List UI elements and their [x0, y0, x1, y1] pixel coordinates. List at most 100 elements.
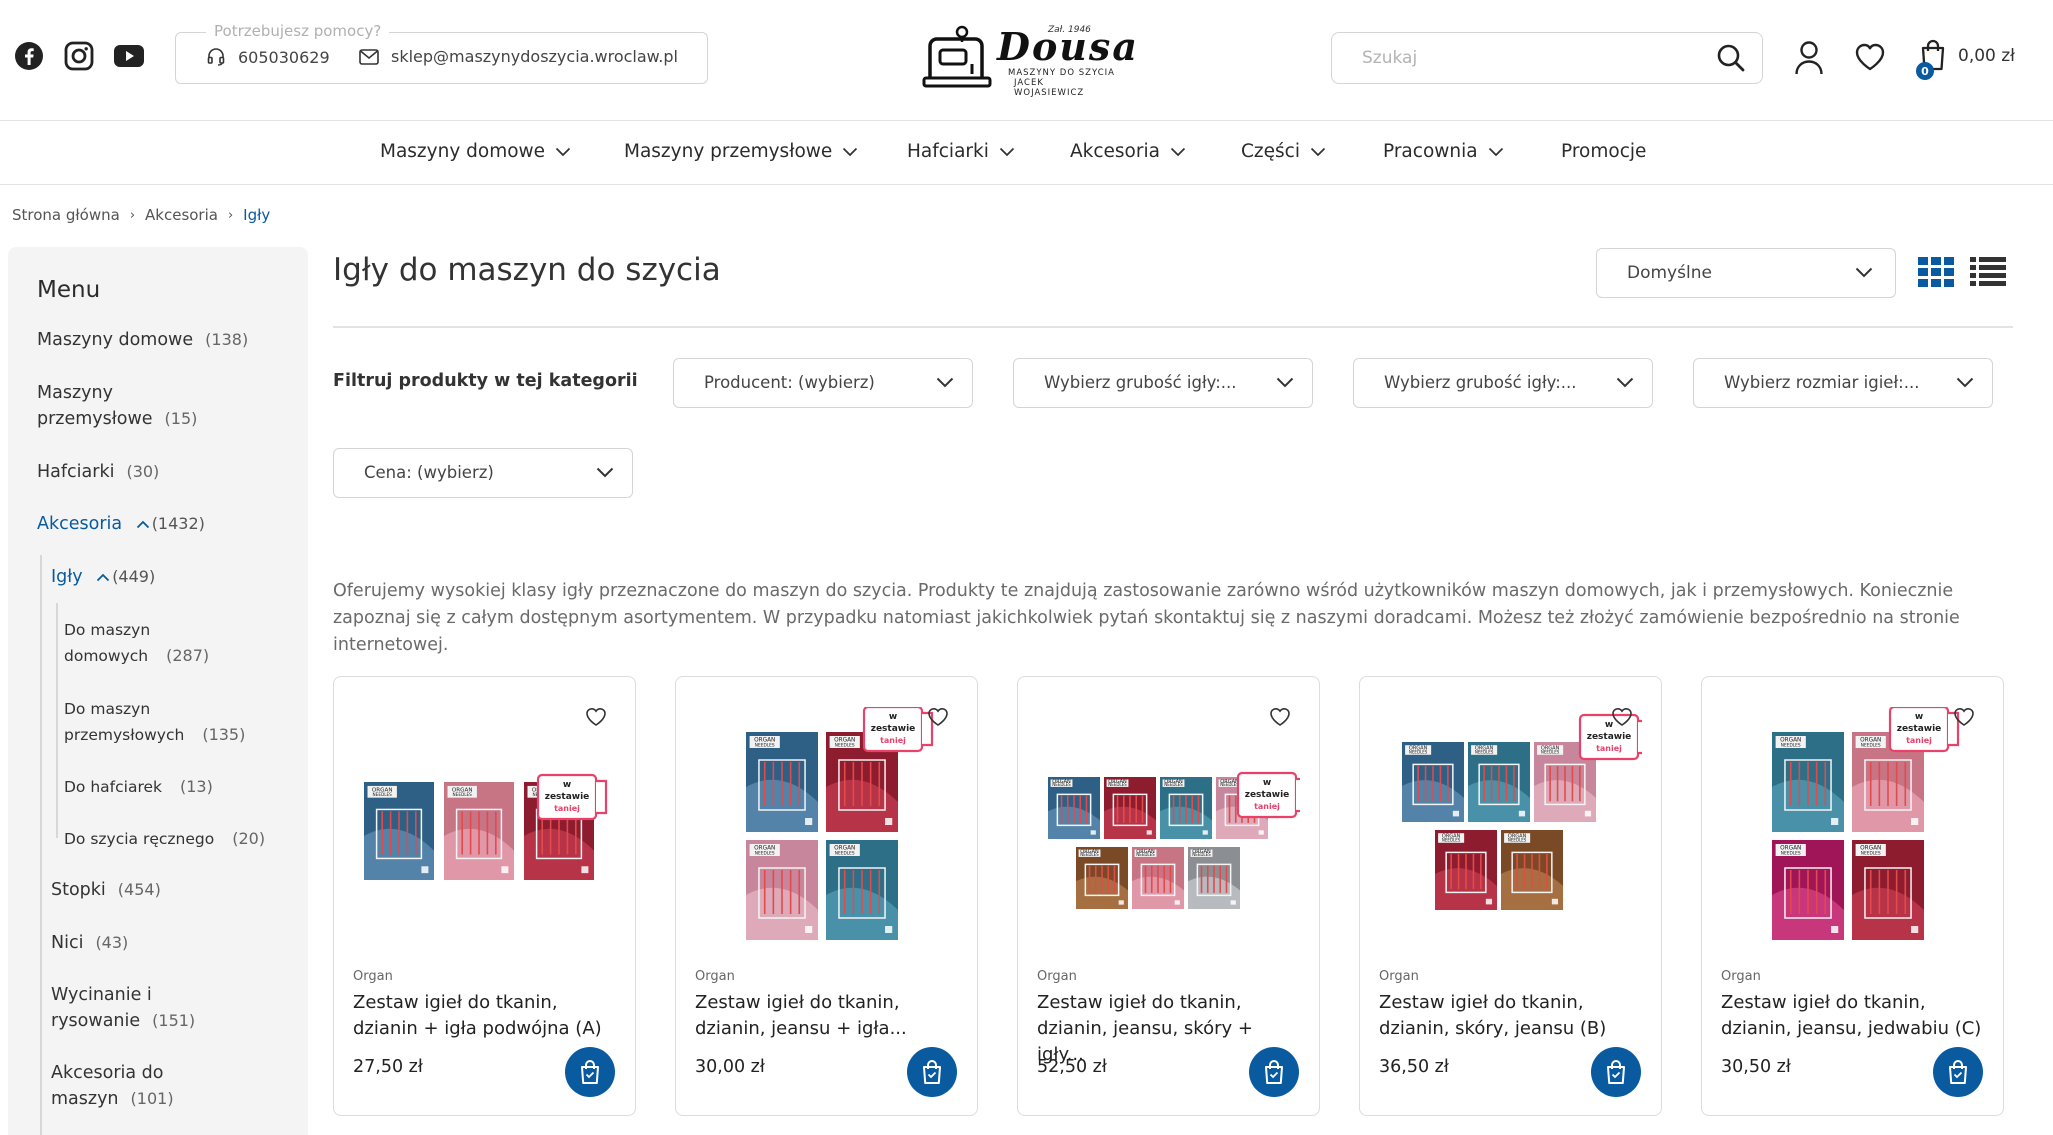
product-name[interactable]: Zestaw igieł do tkanin, dzianin, jeansu,…: [1721, 990, 1983, 1042]
filter-grubosc-2[interactable]: Wybierz grubość igły:...: [1353, 358, 1653, 408]
wishlist-heart-icon[interactable]: [585, 707, 607, 731]
product-image[interactable]: ORGAN NEEDLES ORGAN NEEDLES ORGAN NEEDLES ORGA…: [1038, 707, 1308, 947]
product-image[interactable]: ORGAN NEEDLES ORGAN NEEDLES ORGAN NEEDLES ORGA…: [1380, 707, 1650, 947]
nav-akcesoria[interactable]: Akcesoria: [1070, 141, 1186, 162]
product-name[interactable]: Zestaw igieł do tkanin, dzianin, skóry, …: [1379, 990, 1641, 1042]
email-link[interactable]: sklep@maszynydoszycia.wroclaw.pl: [359, 47, 678, 66]
list-view-icon[interactable]: [1970, 257, 2006, 291]
product-card[interactable]: ORGAN NEEDLES ORGAN NEEDLES ORGAN NEEDLES ORGA…: [675, 676, 978, 1116]
sidebar-item-label: maszyn: [51, 1089, 119, 1109]
logo-brand: Dousa: [997, 24, 1139, 69]
nav-czesci[interactable]: Części: [1241, 141, 1326, 162]
cart-button[interactable]: 0 0,00 zł: [1916, 38, 2016, 80]
sidebar-item-count: (287): [166, 646, 210, 665]
filter-value: Producent: (wybierz): [704, 373, 875, 392]
product-brand: Organ: [1379, 969, 1419, 984]
youtube-icon[interactable]: [113, 40, 145, 72]
product-image[interactable]: ORGAN NEEDLES ORGAN NEEDLES ORGAN NEEDLES ORGA…: [696, 705, 958, 947]
add-to-cart-button[interactable]: [1933, 1047, 1983, 1097]
product-name[interactable]: Zestaw igieł do tkanin, dzianin + igła p…: [353, 990, 615, 1042]
svg-text:NEEDLES: NEEDLES: [1409, 750, 1428, 755]
svg-text:NEEDLES: NEEDLES: [1136, 852, 1155, 857]
add-to-cart-button[interactable]: [907, 1047, 957, 1097]
sidebar-item-nici[interactable]: Nici (43): [51, 930, 128, 956]
svg-text:NEEDLES: NEEDLES: [835, 851, 855, 857]
filter-rozmiar[interactable]: Wybierz rozmiar igieł:...: [1693, 358, 1993, 408]
add-to-cart-button[interactable]: [1249, 1047, 1299, 1097]
sidebar-item-label: przemysłowych: [64, 726, 185, 744]
sidebar-item-hafciarki[interactable]: Hafciarki (30): [37, 459, 159, 485]
svg-text:NEEDLES: NEEDLES: [1220, 782, 1239, 787]
svg-text:taniej: taniej: [554, 804, 580, 813]
filter-producent[interactable]: Producent: (wybierz): [673, 358, 973, 408]
breadcrumb-home[interactable]: Strona główna: [12, 206, 120, 224]
product-brand: Organ: [353, 969, 393, 984]
site-logo[interactable]: Zał. 1946 Dousa MASZYNY DO SZYCIA JACEK …: [922, 24, 1137, 98]
sidebar-item-akcesoria-do-maszyn[interactable]: Akcesoria do maszyn (101): [51, 1060, 174, 1112]
sidebar-item-maszyny-przemyslowe[interactable]: Maszyny przemysłowe (15): [37, 380, 197, 432]
wishlist-heart-icon[interactable]: [1611, 707, 1633, 731]
sidebar-item-count: (449): [112, 567, 156, 586]
product-brand: Organ: [1721, 969, 1761, 984]
phone-link[interactable]: 605030629: [206, 47, 330, 67]
facebook-icon[interactable]: [13, 40, 45, 72]
product-card[interactable]: ORGAN NEEDLES ORGAN NEEDLES ORGAN NEEDLES ORGA…: [1359, 676, 1662, 1116]
product-image[interactable]: ORGAN NEEDLES ORGAN NEEDLES ORGAN NEEDLES ORGA…: [1722, 705, 1984, 947]
add-to-cart-button[interactable]: [565, 1047, 615, 1097]
sidebar-item-do-hafciarek[interactable]: Do hafciarek (13): [64, 774, 213, 800]
sidebar-title: Menu: [37, 277, 101, 303]
wishlist-icon[interactable]: [1854, 42, 1886, 76]
filter-label: Filtruj produkty w tej kategorii: [333, 371, 638, 391]
sidebar-item-wycinanie-i-rysowanie[interactable]: Wycinanie i rysowanie (151): [51, 982, 195, 1034]
grid-view-icon[interactable]: [1918, 257, 1954, 291]
nav-maszyny-domowe[interactable]: Maszyny domowe: [380, 141, 571, 162]
product-card[interactable]: ORGAN NEEDLES ORGAN NEEDLES ORGAN NEEDLES ORGA…: [1017, 676, 1320, 1116]
sidebar-item-maszyny-domowe[interactable]: Maszyny domowe (138): [37, 327, 248, 353]
wishlist-heart-icon[interactable]: [927, 707, 949, 731]
instagram-icon[interactable]: [63, 40, 95, 72]
product-image[interactable]: ORGANNEEDLESORGANNEEDLESORGANNEEDLESwzes…: [354, 707, 616, 947]
sidebar-item-count: (135): [202, 725, 246, 744]
product-card[interactable]: ORGANNEEDLESORGANNEEDLESORGANNEEDLESwzes…: [333, 676, 636, 1116]
sidebar-item-do-maszyn-przemyslowych[interactable]: Do maszyn przemysłowych (135): [64, 696, 245, 748]
sidebar-item-label: Hafciarki: [37, 462, 115, 482]
sidebar-item-count: (138): [205, 330, 249, 349]
sidebar-item-igly[interactable]: Igły (449): [51, 564, 155, 590]
sort-selected-value: Domyślne: [1627, 263, 1712, 283]
sidebar-item-label: Akcesoria: [37, 514, 123, 534]
nav-promocje[interactable]: Promocje: [1561, 141, 1646, 162]
sidebar-item-stopki[interactable]: Stopki (454): [51, 877, 161, 903]
svg-text:NEEDLES: NEEDLES: [1508, 838, 1527, 843]
wishlist-heart-icon[interactable]: [1953, 707, 1975, 731]
sidebar-item-do-szycia-recznego[interactable]: Do szycia ręcznego (20): [64, 826, 265, 852]
add-to-cart-button[interactable]: [1591, 1047, 1641, 1097]
product-name[interactable]: Zestaw igieł do tkanin, dzianin, jeansu …: [695, 990, 957, 1042]
nav-pracownia[interactable]: Pracownia: [1383, 141, 1504, 162]
svg-text:NEEDLES: NEEDLES: [1781, 851, 1801, 857]
sidebar-item-do-maszyn-domowych[interactable]: Do maszyn domowych (287): [64, 617, 209, 669]
product-price: 27,50 zł: [353, 1057, 423, 1077]
account-icon[interactable]: [1794, 40, 1824, 80]
sidebar-item-count: (1432): [151, 514, 205, 533]
search-input[interactable]: [1362, 45, 1682, 71]
sidebar-item-label: Do maszyn: [64, 700, 151, 718]
product-card[interactable]: ORGAN NEEDLES ORGAN NEEDLES ORGAN NEEDLES ORGA…: [1701, 676, 2004, 1116]
search-icon[interactable]: [1716, 43, 1746, 77]
filter-cena[interactable]: Cena: (wybierz): [333, 448, 633, 498]
filter-value: Cena: (wybierz): [364, 463, 494, 482]
nav-maszyny-przemyslowe[interactable]: Maszyny przemysłowe: [624, 141, 858, 162]
filter-grubosc-1[interactable]: Wybierz grubość igły:...: [1013, 358, 1313, 408]
sort-select[interactable]: Domyślne: [1596, 248, 1896, 298]
svg-text:NEEDLES: NEEDLES: [1108, 782, 1127, 787]
svg-text:NEEDLES: NEEDLES: [1442, 838, 1461, 843]
chevron-down-icon: [843, 147, 858, 156]
breadcrumb-akcesoria[interactable]: Akcesoria: [145, 206, 218, 224]
main-nav: Maszyny domowe Maszyny przemysłowe Hafci…: [0, 120, 2053, 185]
sidebar-item-akcesoria[interactable]: Akcesoria (1432): [37, 511, 205, 537]
cart-total: 0,00 zł: [1958, 46, 2016, 66]
nav-label: Części: [1241, 141, 1300, 162]
svg-text:zestawie: zestawie: [871, 724, 916, 734]
nav-hafciarki[interactable]: Hafciarki: [907, 141, 1015, 162]
wishlist-heart-icon[interactable]: [1269, 707, 1291, 731]
svg-text:NEEDLES: NEEDLES: [1052, 782, 1071, 787]
